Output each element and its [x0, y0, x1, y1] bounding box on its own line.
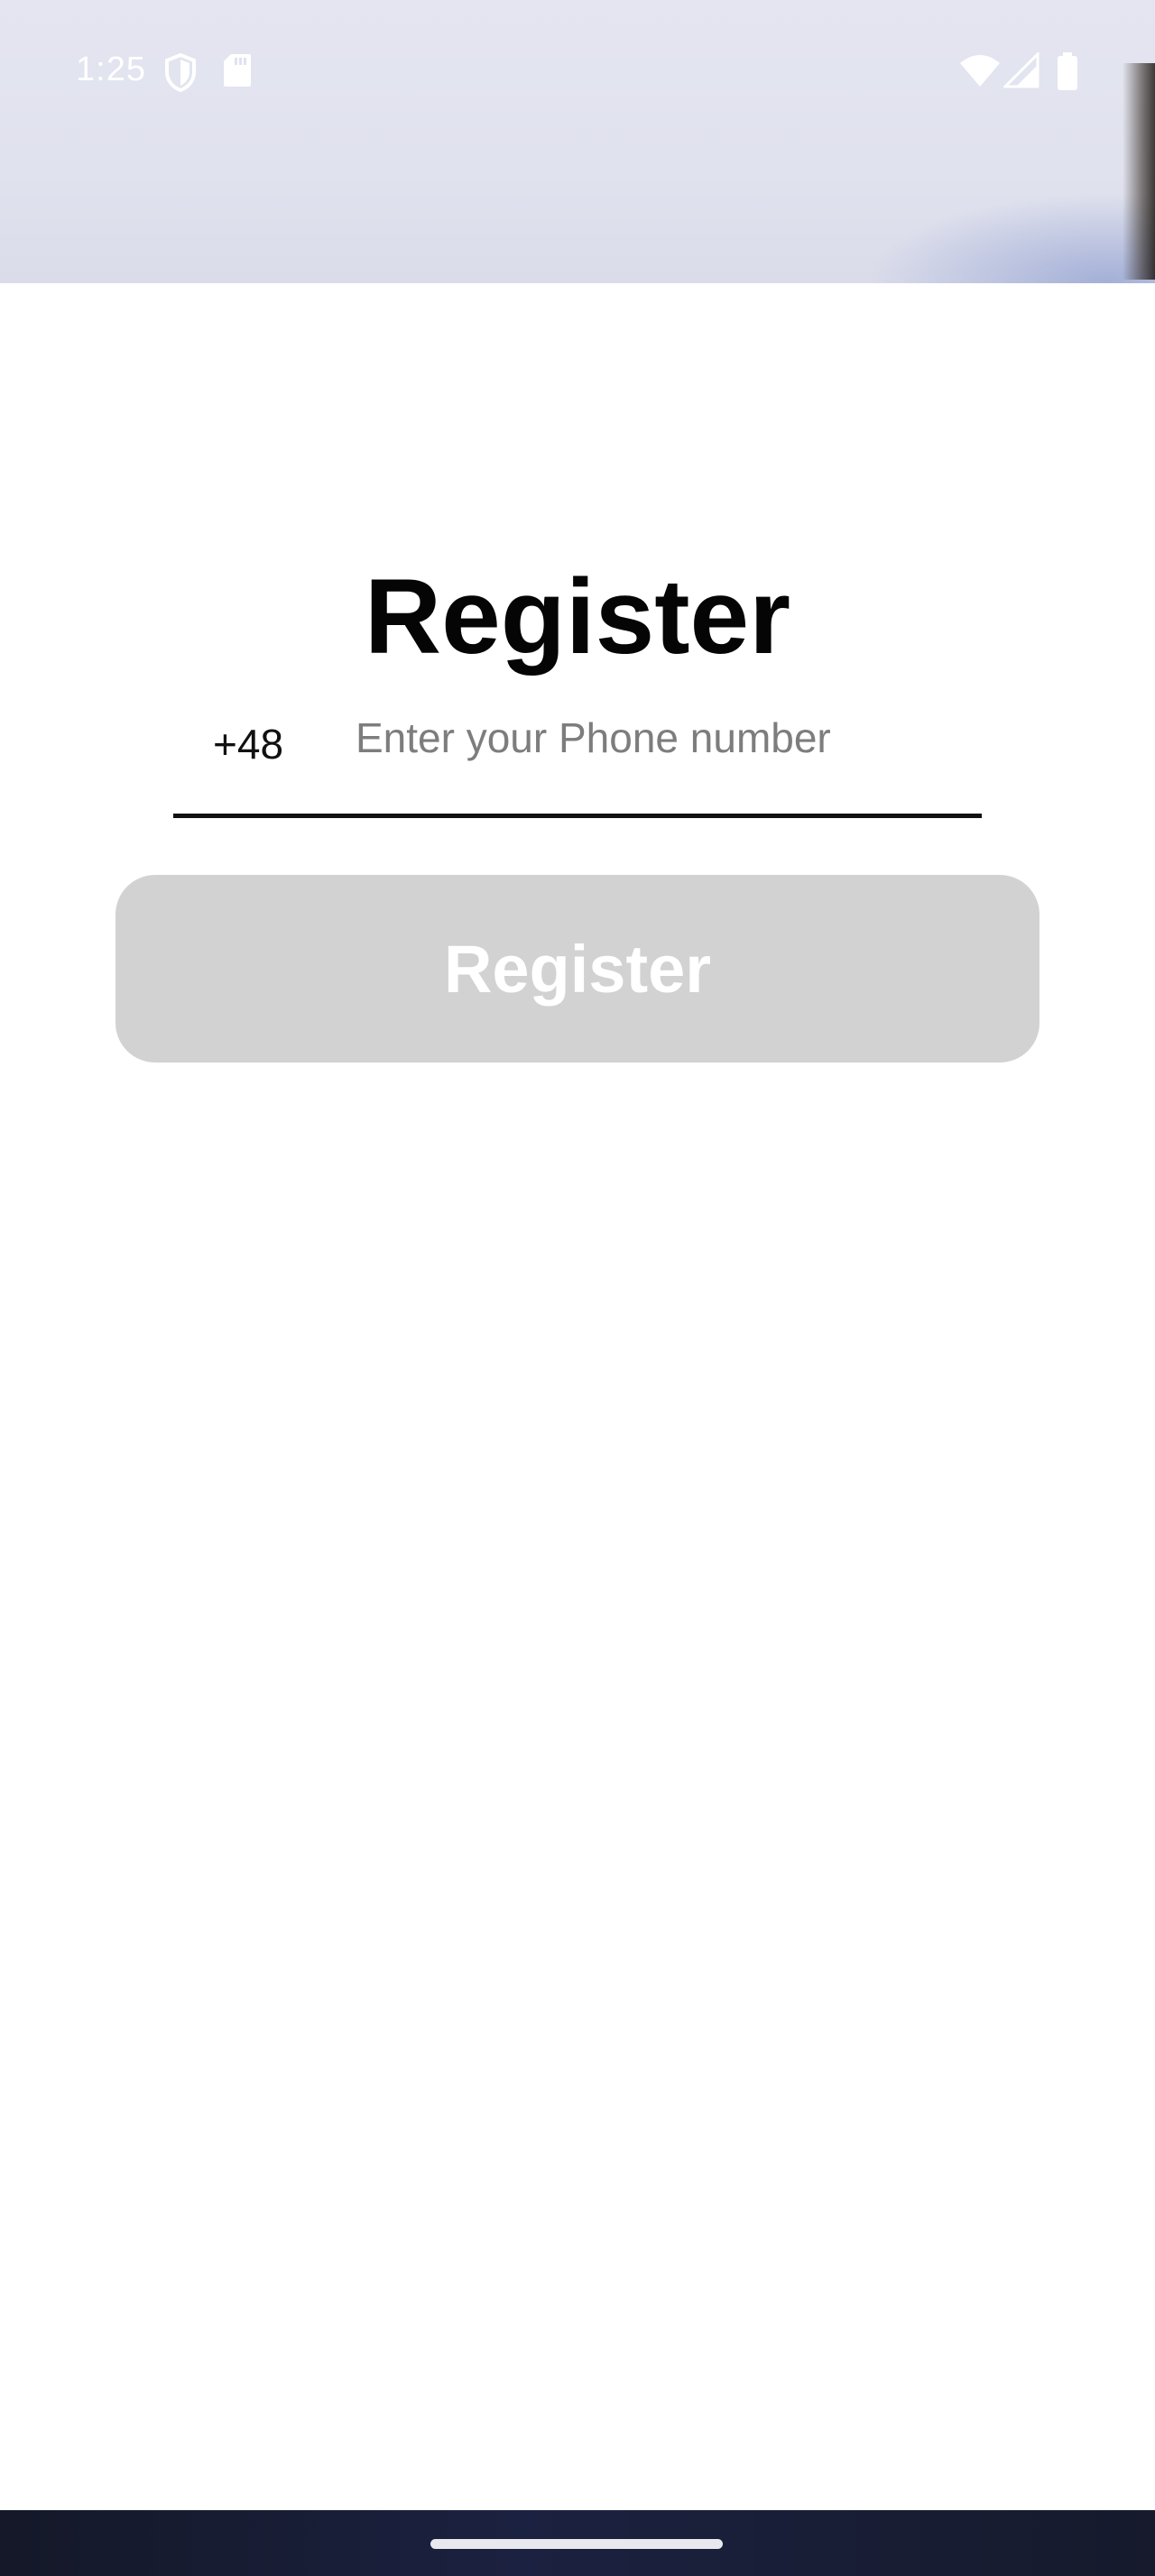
status-time: 1:25 [76, 51, 146, 88]
signal-icon [1002, 51, 1040, 93]
input-underline [173, 814, 982, 818]
home-gesture-handle[interactable] [430, 2539, 723, 2549]
battery-icon [1056, 52, 1079, 95]
country-code[interactable]: +48 [213, 708, 283, 780]
shield-icon [162, 52, 199, 97]
register-button[interactable]: Register [116, 875, 1040, 1063]
header-decoration [866, 193, 1155, 283]
header-background: 1:25 [0, 0, 1155, 283]
phone-number-input[interactable] [356, 702, 969, 774]
page-title: Register [364, 557, 791, 677]
register-screen: 1:25 Register +48 Enter your Phone numbe… [0, 0, 1155, 2576]
sd-card-icon [222, 52, 253, 93]
phone-input-row: +48 [173, 685, 982, 821]
status-bar: 1:25 [0, 0, 1155, 141]
wifi-icon [958, 52, 1002, 93]
navigation-bar [0, 2510, 1155, 2576]
